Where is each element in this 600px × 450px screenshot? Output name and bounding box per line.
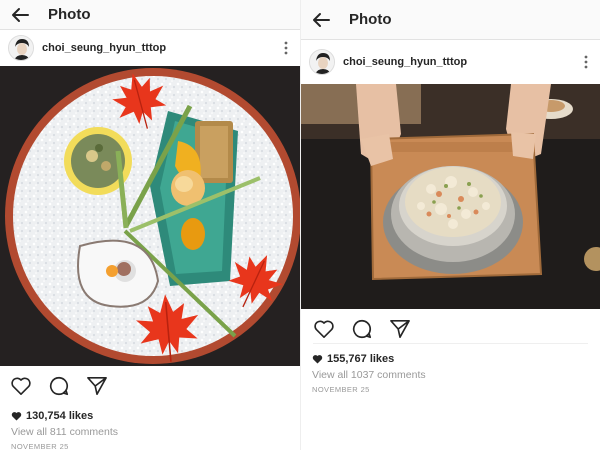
heart-outline-icon [11,377,31,395]
kaiseki-plate-image [0,66,300,366]
post-header: choi_seung_hyun_tttop [0,30,300,66]
send-paper-plane-icon [390,319,410,338]
heart-outline-icon [314,320,334,338]
more-options-button[interactable] [272,34,300,62]
avatar[interactable] [309,49,335,75]
post-header: choi_seung_hyun_tttop [301,41,600,83]
post-panel-2: Photo choi_seung_hyun_tttop 155,767 like… [300,0,600,450]
top-bar: Photo [0,0,300,30]
share-button[interactable] [383,314,417,344]
more-vertical-icon [284,41,288,55]
back-button[interactable] [0,0,40,29]
post-panel-1: Photo choi_seung_hyun_tttop 130,754 like… [0,0,300,450]
page-title: Photo [349,11,392,28]
more-vertical-icon [584,55,588,69]
likes-text: 130,754 likes [26,410,94,422]
comment-bubble-icon [352,319,372,338]
post-actions [313,314,588,344]
back-button[interactable] [301,0,341,39]
post-photo[interactable] [0,66,300,366]
view-comments-link[interactable]: View all 811 comments [11,426,118,438]
heart-filled-icon [312,354,323,364]
post-actions [0,370,300,402]
send-paper-plane-icon [87,377,107,395]
like-button[interactable] [4,371,38,401]
like-button[interactable] [307,314,341,344]
view-comments-link[interactable]: View all 1037 comments [312,369,426,381]
comment-button[interactable] [42,371,76,401]
username[interactable]: choi_seung_hyun_tttop [343,56,572,68]
share-button[interactable] [80,371,114,401]
post-photo[interactable] [301,84,600,309]
arrow-left-icon [313,12,330,27]
avatar[interactable] [8,35,34,61]
heart-filled-icon [11,411,22,421]
likes-count[interactable]: 130,754 likes [11,410,93,422]
more-options-button[interactable] [572,48,600,76]
username[interactable]: choi_seung_hyun_tttop [42,42,272,54]
post-date: NOVEMBER 25 [312,385,370,394]
likes-text: 155,767 likes [327,353,395,365]
comment-button[interactable] [345,314,379,344]
comment-bubble-icon [49,376,69,396]
arrow-left-icon [12,7,29,22]
top-bar: Photo [301,0,600,40]
likes-count[interactable]: 155,767 likes [312,353,394,365]
post-date: NOVEMBER 25 [11,442,69,450]
rice-pot-image [301,84,600,309]
page-title: Photo [48,6,91,23]
